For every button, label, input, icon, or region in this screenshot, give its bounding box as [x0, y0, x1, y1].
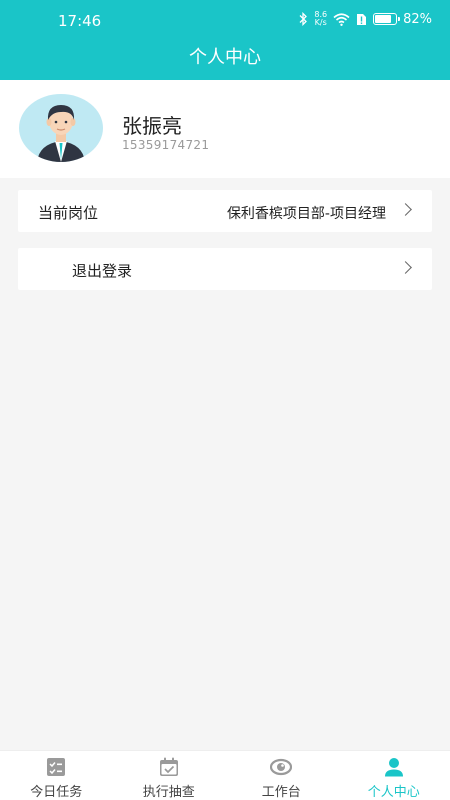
chevron-right-icon [399, 261, 412, 274]
tab-spot-check[interactable]: 执行抽查 [113, 751, 226, 800]
nav-bar: 个人中心 [0, 42, 450, 80]
tab-label: 今日任务 [30, 785, 83, 800]
status-icons: 8.6 K/s 82% [298, 11, 432, 27]
current-position-value: 保利香槟项目部-项目经理 [226, 206, 386, 222]
tab-workbench[interactable]: 工作台 [225, 751, 338, 800]
logout-label: 退出登录 [72, 262, 133, 280]
user-avatar-icon [37, 105, 85, 162]
user-icon [384, 758, 403, 777]
user-phone: 15359174721 [122, 138, 210, 152]
status-time: 17:46 [58, 12, 102, 30]
tab-profile[interactable]: 个人中心 [338, 751, 450, 800]
task-list-icon [47, 758, 66, 776]
sim-alert-icon [357, 13, 367, 25]
user-name: 张振亮 [122, 114, 182, 138]
wifi-icon [333, 12, 350, 26]
workbench-eye-icon [270, 758, 293, 776]
net-speed-unit: K/s [314, 18, 327, 27]
logout-row[interactable]: 退出登录 [18, 248, 432, 290]
status-bar: 17:46 8.6 K/s 82% [0, 0, 450, 42]
page-title: 个人中心 [189, 47, 261, 68]
current-position-row[interactable]: 当前岗位 保利香槟项目部-项目经理 [18, 190, 432, 232]
avatar[interactable] [19, 94, 103, 162]
network-speed: 8.6 K/s [314, 11, 327, 27]
bluetooth-icon [299, 12, 308, 26]
tab-today-tasks[interactable]: 今日任务 [0, 751, 113, 800]
tab-label: 工作台 [261, 785, 301, 800]
current-position-label: 当前岗位 [38, 204, 99, 222]
bottom-tab-bar: 今日任务 执行抽查 工作台 个人中心 [0, 750, 450, 800]
battery-percent: 82% [403, 11, 432, 27]
profile-card: 张振亮 15359174721 [0, 80, 450, 178]
calendar-check-icon [159, 757, 178, 776]
tab-label: 个人中心 [367, 785, 420, 800]
chevron-right-icon [399, 203, 412, 216]
tab-label: 执行抽查 [142, 785, 195, 800]
battery-icon [373, 13, 401, 25]
